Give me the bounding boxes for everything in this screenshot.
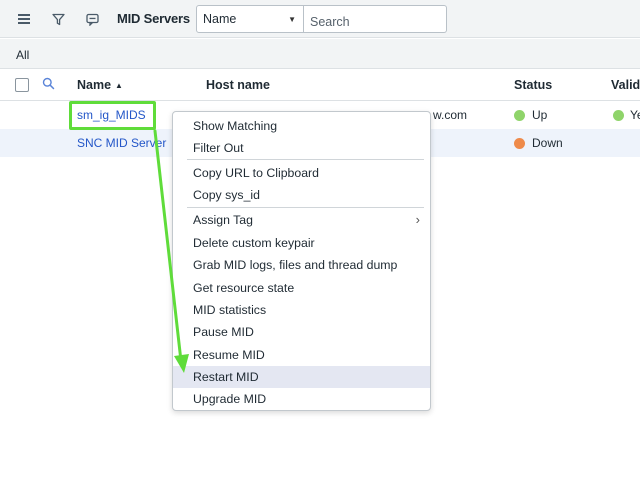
menu-item-delete-custom-keypair[interactable]: Delete custom keypair [173, 232, 430, 254]
column-header-validated[interactable]: Valid [611, 78, 640, 92]
breadcrumb-all[interactable]: All [16, 48, 29, 62]
chevron-right-icon: › [415, 212, 420, 227]
column-header-host-name[interactable]: Host name [206, 78, 270, 92]
context-menu: Show Matching Filter Out Copy URL to Cli… [172, 111, 431, 411]
menu-item-grab-mid-logs[interactable]: Grab MID logs, files and thread dump [173, 254, 430, 276]
column-header-status[interactable]: Status [514, 78, 552, 92]
hamburger-menu-icon[interactable] [14, 9, 34, 29]
sort-ascending-icon: ▲ [115, 81, 123, 90]
menu-item-upgrade-mid[interactable]: Upgrade MID [173, 388, 430, 410]
annotation-highlight-box [69, 101, 156, 130]
status-up-indicator-icon [514, 110, 525, 121]
menu-item-pause-mid[interactable]: Pause MID [173, 321, 430, 343]
menu-item-restart-mid[interactable]: Restart MID [173, 366, 430, 388]
search-input[interactable] [304, 5, 447, 33]
search-field-select-value: Name [203, 12, 237, 26]
menu-item-assign-tag[interactable]: Assign Tag › [173, 209, 430, 231]
row-host-name: w.com [433, 108, 468, 122]
search-icon[interactable] [42, 77, 56, 91]
chevron-down-icon: ▼ [288, 15, 296, 24]
column-header-name[interactable]: Name ▲ [77, 78, 123, 92]
select-all-checkbox[interactable] [15, 78, 29, 92]
menu-divider [187, 207, 424, 208]
row-status: Down [532, 136, 563, 150]
menu-item-get-resource-state[interactable]: Get resource state [173, 277, 430, 299]
filter-funnel-icon[interactable] [48, 9, 68, 29]
row-name-link[interactable]: SNC MID Server [77, 136, 166, 150]
search-field-select[interactable]: Name ▼ [196, 5, 304, 33]
status-down-indicator-icon [514, 138, 525, 149]
list-title: MID Servers [117, 11, 190, 26]
validated-indicator-icon [613, 110, 624, 121]
menu-item-mid-statistics[interactable]: MID statistics [173, 299, 430, 321]
row-validated: Ye [630, 108, 640, 122]
list-toolbar: MID Servers Name ▼ [0, 0, 640, 38]
menu-item-show-matching[interactable]: Show Matching [173, 115, 430, 137]
table-header-row: Name ▲ Host name Status Valid [0, 70, 640, 101]
breadcrumb-bar: All [0, 39, 640, 69]
row-status: Up [532, 108, 548, 122]
comment-bubble-icon[interactable] [82, 9, 102, 29]
menu-item-filter-out[interactable]: Filter Out [173, 137, 430, 159]
menu-item-assign-tag-label: Assign Tag [193, 213, 253, 227]
menu-item-copy-sys-id[interactable]: Copy sys_id [173, 184, 430, 206]
menu-item-resume-mid[interactable]: Resume MID [173, 344, 430, 366]
menu-item-copy-url[interactable]: Copy URL to Clipboard [173, 162, 430, 184]
column-header-name-label: Name [77, 78, 112, 92]
menu-divider [187, 159, 424, 160]
